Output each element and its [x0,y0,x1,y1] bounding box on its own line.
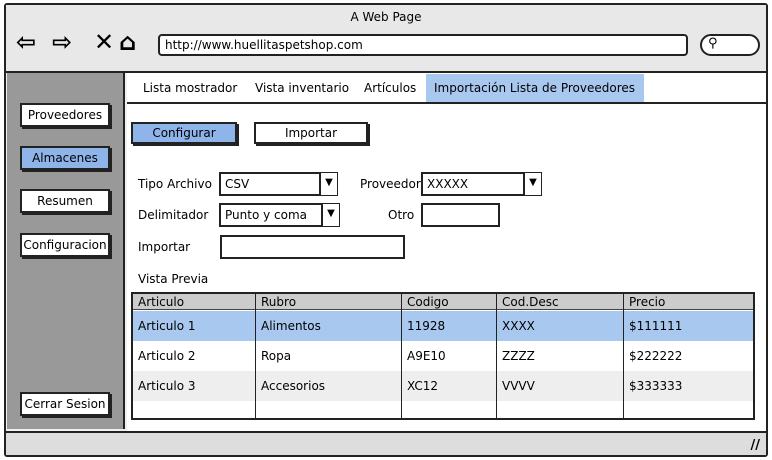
sidebar-item-proveedores[interactable]: Proveedores [20,103,110,127]
table-cell: A9E10 [407,349,446,363]
column-header[interactable]: Precio [624,294,665,310]
column-divider [496,294,497,418]
chevron-down-icon[interactable]: ▼ [321,204,339,226]
tipo-archivo-select[interactable]: CSV ▼ [219,172,338,196]
delimitador-value: Punto y coma [225,208,307,222]
table-cell: ZZZZ [502,349,535,363]
tab-bar: Lista mostrador Vista inventario Artícul… [127,74,766,104]
table-cell: Articulo 1 [138,319,196,333]
sidebar: Proveedores Almacenes Resumen Configurac… [7,73,125,429]
table-cell: XXXX [502,319,535,333]
main-content: Lista mostrador Vista inventario Artícul… [127,73,766,431]
table-cell: VVVV [502,379,535,393]
window-title: A Web Page [350,10,422,24]
table-row[interactable]: Articulo 1 Alimentos 11928 XXXX $111111 [133,311,753,341]
tipo-archivo-label: Tipo Archivo [138,177,212,191]
table-cell: Articulo 3 [138,379,196,393]
delimitador-select[interactable]: Punto y coma ▼ [219,203,340,227]
table-cell: $333333 [629,379,683,393]
otro-input[interactable] [421,203,500,227]
delimitador-label: Delimitador [138,208,209,222]
importar-input[interactable] [220,235,405,259]
tab-lista-mostrador[interactable]: Lista mostrador [135,74,237,102]
sidebar-item-configuracion[interactable]: Configuracion [20,233,110,257]
tab-articulos[interactable]: Artículos [356,74,416,102]
url-input[interactable]: http://www.huellitaspetshop.com [158,34,688,56]
status-bar: // [6,431,766,455]
vista-previa-label: Vista Previa [138,272,209,286]
column-divider [255,294,256,418]
table-cell: 11928 [407,319,446,333]
column-header[interactable]: Cod.Desc [497,294,559,310]
table-cell: Articulo 2 [138,349,196,363]
table-cell: $111111 [629,319,683,333]
sidebar-item-resumen[interactable]: Resumen [20,189,110,213]
resize-handle-icon[interactable]: // [751,438,761,453]
search-icon: ⚲ [708,36,718,51]
table-header: Articulo Rubro Codigo Cod.Desc Precio [133,294,753,310]
proveedor-label: Proveedor [360,177,421,191]
search-input[interactable]: ⚲ [700,34,760,56]
configurar-button[interactable]: Configurar [131,122,237,144]
table-row[interactable]: Articulo 3 Accesorios XC12 VVVV $333333 [133,371,753,401]
table-cell: $222222 [629,349,683,363]
column-divider [623,294,624,418]
close-icon[interactable]: ✕ [94,29,114,55]
column-header[interactable]: Codigo [402,294,449,310]
back-arrow-icon[interactable]: ⇦ [16,29,36,55]
logout-button[interactable]: Cerrar Sesion [20,392,110,416]
table-cell: XC12 [407,379,438,393]
importar-button[interactable]: Importar [254,122,368,144]
table-cell: Accesorios [261,379,326,393]
home-icon[interactable]: ⌂ [119,29,136,55]
proveedor-value: XXXXX [427,177,469,191]
importar-label: Importar [138,240,191,254]
browser-titlebar: A Web Page ⇦ ⇨ ✕ ⌂ http://www.huellitasp… [6,5,766,73]
preview-table: Articulo Rubro Codigo Cod.Desc Precio Ar… [131,292,755,420]
column-header[interactable]: Articulo [133,294,184,310]
sidebar-item-almacenes[interactable]: Almacenes [20,146,110,170]
otro-label: Otro [388,208,415,222]
chevron-down-icon[interactable]: ▼ [523,173,541,195]
forward-arrow-icon[interactable]: ⇨ [52,29,72,55]
table-cell: Ropa [261,349,292,363]
browser-window: A Web Page ⇦ ⇨ ✕ ⌂ http://www.huellitasp… [4,3,768,457]
chevron-down-icon[interactable]: ▼ [319,173,337,195]
tab-vista-inventario[interactable]: Vista inventario [247,74,349,102]
column-divider [401,294,402,418]
proveedor-select[interactable]: XXXXX ▼ [421,172,542,196]
table-row[interactable]: Articulo 2 Ropa A9E10 ZZZZ $222222 [133,341,753,371]
tab-importacion[interactable]: Importación Lista de Proveedores [426,74,644,102]
tipo-archivo-value: CSV [225,177,250,191]
column-header[interactable]: Rubro [256,294,296,310]
table-cell: Alimentos [261,319,321,333]
